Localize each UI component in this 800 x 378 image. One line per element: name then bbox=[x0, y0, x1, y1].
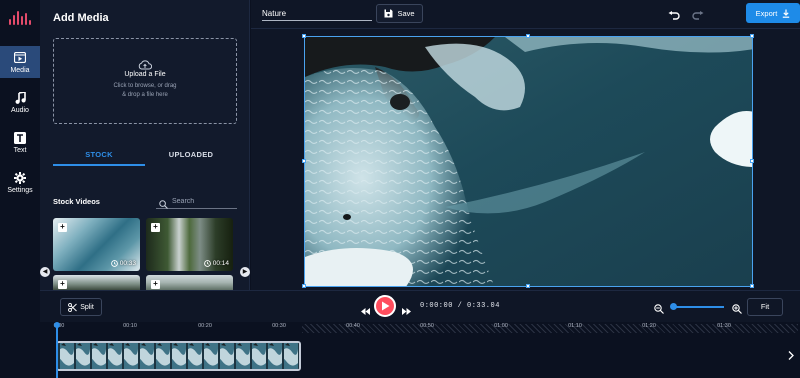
split-label: Split bbox=[80, 303, 94, 311]
timeline: 0:00 00:10 00:20 00:30 00:40 00:50 01:00… bbox=[40, 322, 800, 378]
download-icon bbox=[783, 9, 790, 18]
resize-handle[interactable] bbox=[526, 284, 530, 288]
stock-video-forest[interactable]: + bbox=[146, 275, 233, 290]
upload-dropzone[interactable]: Upload a File Click to browse, or drag &… bbox=[53, 38, 237, 124]
upload-hint-line-1: Click to browse, or drag bbox=[113, 83, 177, 89]
tab-uploaded[interactable]: UPLOADED bbox=[145, 146, 237, 166]
rail-item-media[interactable]: Media bbox=[0, 46, 40, 78]
gear-icon bbox=[13, 171, 27, 185]
resize-handle[interactable] bbox=[302, 284, 306, 288]
rail-item-text[interactable]: Text bbox=[0, 126, 40, 158]
duration-text: 00:33 bbox=[119, 260, 136, 267]
stock-videos-heading: Stock Videos bbox=[53, 197, 100, 206]
upload-title: Upload a File bbox=[124, 71, 166, 78]
undo-icon[interactable] bbox=[668, 8, 680, 26]
text-icon bbox=[13, 131, 27, 145]
tick-label: 01:00 bbox=[494, 323, 508, 329]
skip-forward-icon[interactable] bbox=[402, 302, 411, 320]
tick-label: 01:10 bbox=[568, 323, 582, 329]
export-button[interactable]: Export bbox=[746, 3, 800, 23]
panel-title: Add Media bbox=[53, 12, 109, 24]
search-input[interactable] bbox=[172, 195, 234, 207]
search-box bbox=[156, 195, 237, 209]
duration-badge: 00:33 bbox=[110, 260, 136, 267]
resize-handle[interactable] bbox=[750, 284, 754, 288]
tick-label: 00:20 bbox=[198, 323, 212, 329]
stock-video-ocean[interactable]: + 00:33 bbox=[53, 218, 140, 271]
preview-canvas bbox=[251, 29, 800, 290]
add-icon: + bbox=[151, 223, 160, 232]
duration-text: 00:14 bbox=[212, 260, 229, 267]
tick-label: 01:20 bbox=[642, 323, 656, 329]
video-editor-app: Media Audio Text Settings Add Media Uplo… bbox=[0, 0, 800, 378]
zoom-slider-thumb[interactable] bbox=[670, 303, 677, 310]
duration-badge: 00:14 bbox=[203, 260, 229, 267]
export-label: Export bbox=[755, 8, 778, 18]
playback-controls: Split 0:00:00 / 0:33.04 Fit bbox=[40, 290, 800, 322]
video-preview[interactable] bbox=[304, 36, 753, 287]
add-icon: + bbox=[58, 280, 67, 289]
icon-rail: Media Audio Text Settings bbox=[0, 0, 40, 290]
next-arrow-button[interactable]: ▶ bbox=[240, 267, 250, 277]
stock-video-waterfall[interactable]: + 00:14 bbox=[146, 218, 233, 271]
zoom-slider[interactable] bbox=[673, 306, 724, 308]
zoom-out-icon[interactable] bbox=[654, 301, 664, 319]
rail-item-label: Media bbox=[10, 66, 30, 74]
fit-button[interactable]: Fit bbox=[747, 298, 783, 316]
clip-filmstrip bbox=[58, 343, 299, 369]
play-icon bbox=[381, 301, 389, 311]
scissors-icon bbox=[68, 302, 77, 312]
split-button[interactable]: Split bbox=[60, 298, 102, 316]
resize-handle[interactable] bbox=[302, 34, 306, 38]
project-name-field[interactable] bbox=[262, 6, 372, 21]
upload-hint: Click to browse, or drag & drop a file h… bbox=[54, 82, 236, 100]
tick-label: 01:30 bbox=[717, 323, 731, 329]
search-icon bbox=[159, 196, 168, 214]
top-toolbar: Save Export bbox=[251, 0, 800, 29]
skip-back-icon[interactable] bbox=[361, 302, 370, 320]
floppy-disk-icon bbox=[384, 9, 393, 18]
add-icon: + bbox=[151, 280, 160, 289]
resize-handle[interactable] bbox=[750, 159, 754, 163]
clock-icon bbox=[203, 260, 211, 267]
stock-video-mountain[interactable]: + bbox=[53, 275, 140, 290]
cloud-upload-icon bbox=[138, 57, 153, 70]
resize-handle[interactable] bbox=[302, 159, 306, 163]
rail-item-settings[interactable]: Settings bbox=[0, 166, 40, 198]
tick-label: 00:30 bbox=[272, 323, 286, 329]
time-ruler: 0:00 00:10 00:20 00:30 00:40 00:50 01:00… bbox=[40, 322, 800, 334]
play-button[interactable] bbox=[374, 295, 396, 317]
zoom-in-icon[interactable] bbox=[732, 301, 742, 319]
playhead[interactable] bbox=[56, 325, 58, 378]
clock-icon bbox=[110, 260, 118, 267]
chevron-right-icon[interactable] bbox=[788, 347, 794, 365]
tick-label: 00:10 bbox=[123, 323, 137, 329]
app-logo bbox=[9, 11, 31, 25]
resize-handle[interactable] bbox=[750, 34, 754, 38]
rail-item-label: Audio bbox=[11, 106, 29, 114]
media-panel: Add Media Upload a File Click to browse,… bbox=[40, 0, 250, 290]
prev-arrow-button[interactable]: ◀ bbox=[40, 267, 50, 277]
add-icon: + bbox=[58, 223, 67, 232]
video-clip-track[interactable] bbox=[56, 341, 301, 371]
tick-label: 00:40 bbox=[346, 323, 360, 329]
ocean-aerial-video-frame bbox=[305, 37, 752, 286]
rail-item-label: Settings bbox=[7, 186, 33, 194]
tab-stock[interactable]: STOCK bbox=[53, 146, 145, 166]
timecode: 0:00:00 / 0:33.04 bbox=[420, 302, 500, 310]
redo-icon[interactable] bbox=[692, 8, 704, 26]
resize-handle[interactable] bbox=[526, 34, 530, 38]
rail-item-label: Text bbox=[13, 146, 27, 154]
rail-item-audio[interactable]: Audio bbox=[0, 86, 40, 118]
upload-hint-line-2: & drop a file here bbox=[122, 92, 168, 98]
music-note-icon bbox=[13, 91, 27, 105]
tick-label: 00:50 bbox=[420, 323, 434, 329]
save-button[interactable]: Save bbox=[376, 4, 423, 23]
film-icon bbox=[13, 51, 27, 65]
media-tabs: STOCK UPLOADED bbox=[53, 146, 237, 166]
save-label: Save bbox=[397, 9, 415, 18]
